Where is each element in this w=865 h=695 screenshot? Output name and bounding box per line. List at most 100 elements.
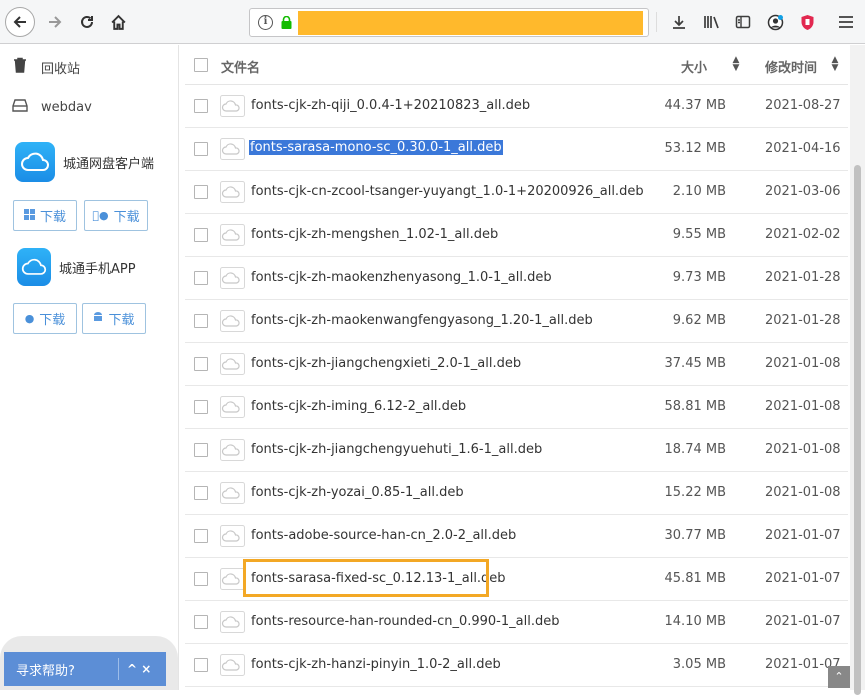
back-button[interactable]: [5, 7, 35, 37]
table-row[interactable]: fonts-cjk-zh-mengshen_1.02-1_all.deb 9.55…: [185, 214, 848, 257]
row-checkbox[interactable]: [194, 228, 208, 242]
table-row[interactable]: fonts-cjk-zh-hanzi-pinyin_1.0-2_all.deb 3…: [185, 644, 848, 687]
row-checkbox[interactable]: [194, 443, 208, 457]
column-size[interactable]: 大小: [681, 57, 707, 76]
table-row[interactable]: fonts-cjk-zh-jiangchengxieti_2.0-1_all.d…: [185, 343, 848, 386]
shield-icon[interactable]: [797, 12, 817, 32]
file-icon: [220, 138, 245, 160]
help-controls[interactable]: ^ ×: [127, 662, 151, 676]
sort-size-icon[interactable]: ▲ ▼: [731, 56, 741, 73]
column-name[interactable]: 文件名: [221, 57, 260, 76]
file-name[interactable]: fonts-cjk-cn-zcool-tsanger-yuyangt_1.0-1…: [251, 184, 644, 199]
desktop-app-title: 城通网盘客户端: [63, 156, 155, 172]
row-checkbox[interactable]: [194, 357, 208, 371]
mobile-app[interactable]: 城通手机APP: [17, 248, 136, 286]
file-size: 14.10 MB: [664, 614, 726, 629]
file-icon: [220, 396, 245, 418]
table-row[interactable]: fonts-cjk-zh-iming_6.12-2_all.deb 58.81 M…: [185, 386, 848, 429]
download-label: 下载: [39, 313, 66, 328]
file-name[interactable]: fonts-cjk-zh-maokenzhenyasong_1.0-1_all.…: [251, 270, 552, 285]
row-checkbox[interactable]: [194, 400, 208, 414]
download-label: 下载: [110, 210, 140, 225]
lock-icon[interactable]: [281, 16, 292, 29]
file-date: 2021-01-28: [765, 313, 841, 328]
table-row[interactable]: fonts-adobe-source-han-cn_2.0-2_all.deb 3…: [185, 515, 848, 558]
row-checkbox[interactable]: [194, 615, 208, 629]
file-name[interactable]: fonts-cjk-zh-mengshen_1.02-1_all.deb: [251, 227, 498, 242]
file-name[interactable]: fonts-cjk-zh-hanzi-pinyin_1.0-2_all.deb: [251, 657, 501, 672]
sort-date-icon[interactable]: ▲ ▼: [830, 56, 840, 73]
ios-download-button[interactable]: ● 下载: [13, 303, 77, 334]
toolbar-divider: [656, 12, 657, 32]
row-checkbox[interactable]: [194, 529, 208, 543]
row-checkbox[interactable]: [194, 99, 208, 113]
home-button[interactable]: [103, 7, 133, 37]
file-name[interactable]: fonts-cjk-zh-iming_6.12-2_all.deb: [251, 399, 466, 414]
highlight-annotation: [243, 559, 489, 597]
file-name[interactable]: fonts-cjk-zh-jiangchengyuehuti_1.6-1_all…: [251, 442, 542, 457]
cloud-app-icon: [15, 142, 55, 182]
row-checkbox[interactable]: [194, 486, 208, 500]
row-checkbox[interactable]: [194, 142, 208, 156]
table-row[interactable]: fonts-cjk-zh-jiangchengyuehuti_1.6-1_all…: [185, 429, 848, 472]
sidebar-item-recycle[interactable]: 回收站: [10, 55, 80, 79]
select-all-checkbox[interactable]: [194, 58, 208, 72]
file-date: 2021-08-27: [765, 98, 841, 113]
desktop-app[interactable]: 城通网盘客户端: [15, 142, 154, 182]
windows-download-button[interactable]: 下载: [13, 200, 77, 231]
menu-icon[interactable]: [836, 12, 856, 32]
row-checkbox[interactable]: [194, 185, 208, 199]
apple-icon: ●: [24, 312, 35, 325]
help-label[interactable]: 寻求帮助?: [4, 660, 118, 679]
table-row[interactable]: fonts-cjk-zh-yozai_0.85-1_all.deb 15.22 M…: [185, 472, 848, 515]
windows-icon: [23, 208, 35, 223]
file-name[interactable]: fonts-cjk-zh-jiangchengxieti_2.0-1_all.d…: [251, 356, 521, 371]
file-name[interactable]: fonts-cjk-zh-maokenwangfengyasong_1.20-1…: [251, 313, 593, 328]
column-date[interactable]: 修改时间: [765, 57, 817, 76]
row-checkbox[interactable]: [194, 658, 208, 672]
scroll-top-button[interactable]: ⌃: [828, 666, 850, 688]
file-date: 2021-03-06: [765, 184, 841, 199]
info-icon[interactable]: i: [258, 15, 273, 30]
sidebar-item-label: 回收站: [41, 61, 81, 77]
cloud-app-icon: [17, 248, 51, 286]
file-name[interactable]: fonts-sarasa-mono-sc_0.30.0-1_all.deb: [249, 140, 503, 155]
file-name[interactable]: fonts-cjk-zh-yozai_0.85-1_all.deb: [251, 485, 464, 500]
account-icon[interactable]: [765, 12, 785, 32]
scrollbar[interactable]: [850, 45, 865, 695]
file-size: 2.10 MB: [672, 184, 726, 199]
table-row[interactable]: fonts-resource-han-rounded-cn_0.990-1_al…: [185, 601, 848, 644]
row-checkbox[interactable]: [194, 271, 208, 285]
sidebar-item-webdav[interactable]: webdav: [10, 95, 92, 119]
file-icon: [220, 525, 245, 547]
help-widget[interactable]: 寻求帮助? ^ ×: [4, 652, 166, 686]
android-download-button[interactable]: 下载: [82, 303, 146, 334]
download-icon[interactable]: [669, 12, 689, 32]
row-checkbox[interactable]: [194, 572, 208, 586]
reload-button[interactable]: [72, 7, 102, 37]
file-icon: [220, 181, 245, 203]
row-checkbox[interactable]: [194, 314, 208, 328]
table-row[interactable]: fonts-cjk-zh-maokenwangfengyasong_1.20-1…: [185, 300, 848, 343]
download-label: 下载: [39, 210, 66, 225]
table-row[interactable]: fonts-cjk-zh-maokenzhenyasong_1.0-1_all.…: [185, 257, 848, 300]
table-header: 文件名 大小 ▲ ▼ 修改时间 ▲ ▼: [185, 45, 848, 85]
file-size: 45.81 MB: [664, 571, 726, 586]
file-icon: [220, 95, 245, 117]
file-name[interactable]: fonts-resource-han-rounded-cn_0.990-1_al…: [251, 614, 559, 629]
file-name[interactable]: fonts-cjk-zh-qiji_0.0.4-1+20210823_all.d…: [251, 98, 530, 113]
table-row[interactable]: fonts-cjk-cn-zcool-tsanger-yuyangt_1.0-1…: [185, 171, 848, 214]
file-date: 2021-02-02: [765, 227, 841, 242]
file-icon: [220, 310, 245, 332]
table-row[interactable]: fonts-cjk-zh-qiji_0.0.4-1+20210823_all.d…: [185, 85, 848, 128]
reader-icon[interactable]: [733, 12, 753, 32]
mac-download-button[interactable]: ● 下载: [84, 200, 148, 231]
url-bar[interactable]: i: [249, 8, 649, 37]
file-name[interactable]: fonts-adobe-source-han-cn_2.0-2_all.deb: [251, 528, 516, 543]
forward-button[interactable]: [40, 7, 70, 37]
table-row[interactable]: fonts-sarasa-mono-sc_0.30.0-1_all.deb 53.…: [185, 128, 848, 171]
scrollbar-thumb[interactable]: [854, 165, 861, 695]
drive-icon: [10, 98, 30, 116]
library-icon[interactable]: [702, 12, 722, 32]
file-size: 30.77 MB: [664, 528, 726, 543]
